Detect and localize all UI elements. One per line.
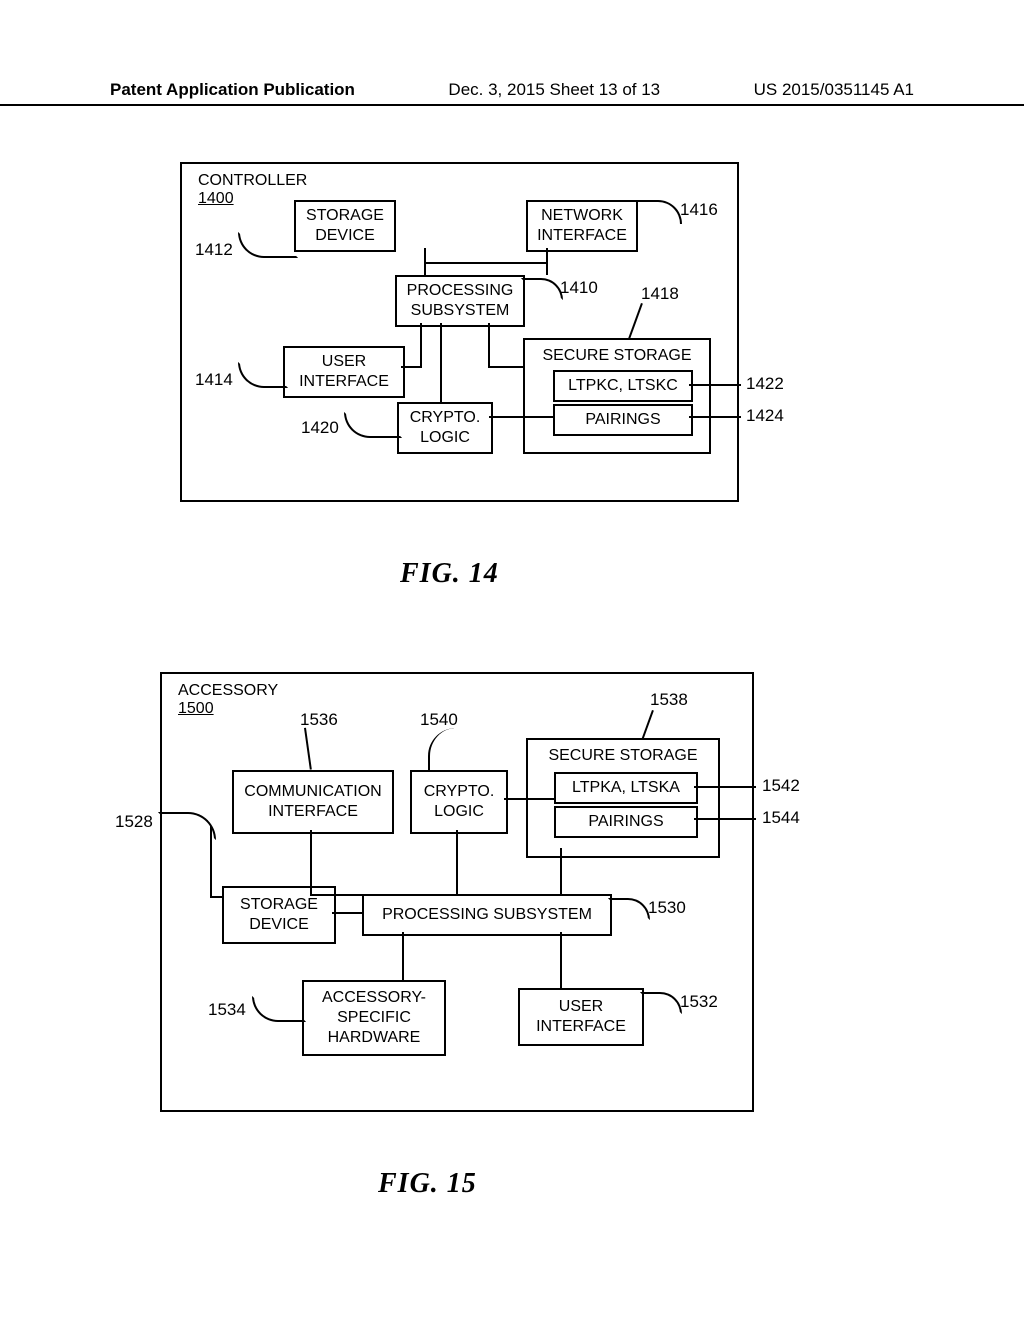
fig15-ref-1544: 1544: [762, 808, 800, 828]
fig15-title: ACCESSORY 1500: [178, 682, 278, 718]
fig15-pairings-box: PAIRINGS: [554, 806, 698, 838]
fig15-ref-1532: 1532: [680, 992, 718, 1012]
fig15-ref-1534: 1534: [208, 1000, 246, 1020]
fig14-processing-subsystem-box: PROCESSING SUBSYSTEM: [395, 275, 525, 327]
fig14-ref-1414: 1414: [195, 370, 233, 390]
fig14-ref-1422: 1422: [746, 374, 784, 394]
fig14-user-interface-box: USER INTERFACE: [283, 346, 405, 398]
fig15-ref-1528: 1528: [115, 812, 153, 832]
fig15-caption: FIG. 15: [378, 1168, 477, 1200]
fig14-ref-1420: 1420: [301, 418, 339, 438]
fig15-ref-1538: 1538: [650, 690, 688, 710]
fig15-user-interface-box: USER INTERFACE: [518, 988, 644, 1046]
fig14-ref-1416: 1416: [680, 200, 718, 220]
header-left: Patent Application Publication: [110, 80, 355, 100]
fig14-ltpkc-box: LTPKC, LTSKC: [553, 370, 693, 402]
fig14-network-interface-box: NETWORK INTERFACE: [526, 200, 638, 252]
fig14-storage-device-box: STORAGE DEVICE: [294, 200, 396, 252]
fig14-ref-1412: 1412: [195, 240, 233, 260]
fig15-processing-subsystem-box: PROCESSING SUBSYSTEM: [362, 894, 612, 936]
fig15-communication-interface-box: COMMUNICATION INTERFACE: [232, 770, 394, 834]
fig14-caption: FIG. 14: [400, 558, 499, 590]
header-right: US 2015/0351145 A1: [754, 80, 914, 100]
fig15-ref-1530: 1530: [648, 898, 686, 918]
page: Patent Application Publication Dec. 3, 2…: [0, 0, 1024, 1320]
fig14-ref-1424: 1424: [746, 406, 784, 426]
fig15-ltpka-box: LTPKA, LTSKA: [554, 772, 698, 804]
fig15-crypto-logic-box: CRYPTO. LOGIC: [410, 770, 508, 834]
fig14-crypto-logic-box: CRYPTO. LOGIC: [397, 402, 493, 454]
fig14-pairings-box: PAIRINGS: [553, 404, 693, 436]
fig14-ref-1418: 1418: [641, 284, 679, 304]
header-center: Dec. 3, 2015 Sheet 13 of 13: [448, 80, 660, 100]
fig14-ref-1410: 1410: [560, 278, 598, 298]
fig14-title: CONTROLLER 1400: [198, 172, 307, 208]
fig15-ref-1540: 1540: [420, 710, 458, 730]
fig15-ref-1542: 1542: [762, 776, 800, 796]
fig15-accessory-hw-box: ACCESSORY- SPECIFIC HARDWARE: [302, 980, 446, 1056]
page-header: Patent Application Publication Dec. 3, 2…: [0, 80, 1024, 106]
